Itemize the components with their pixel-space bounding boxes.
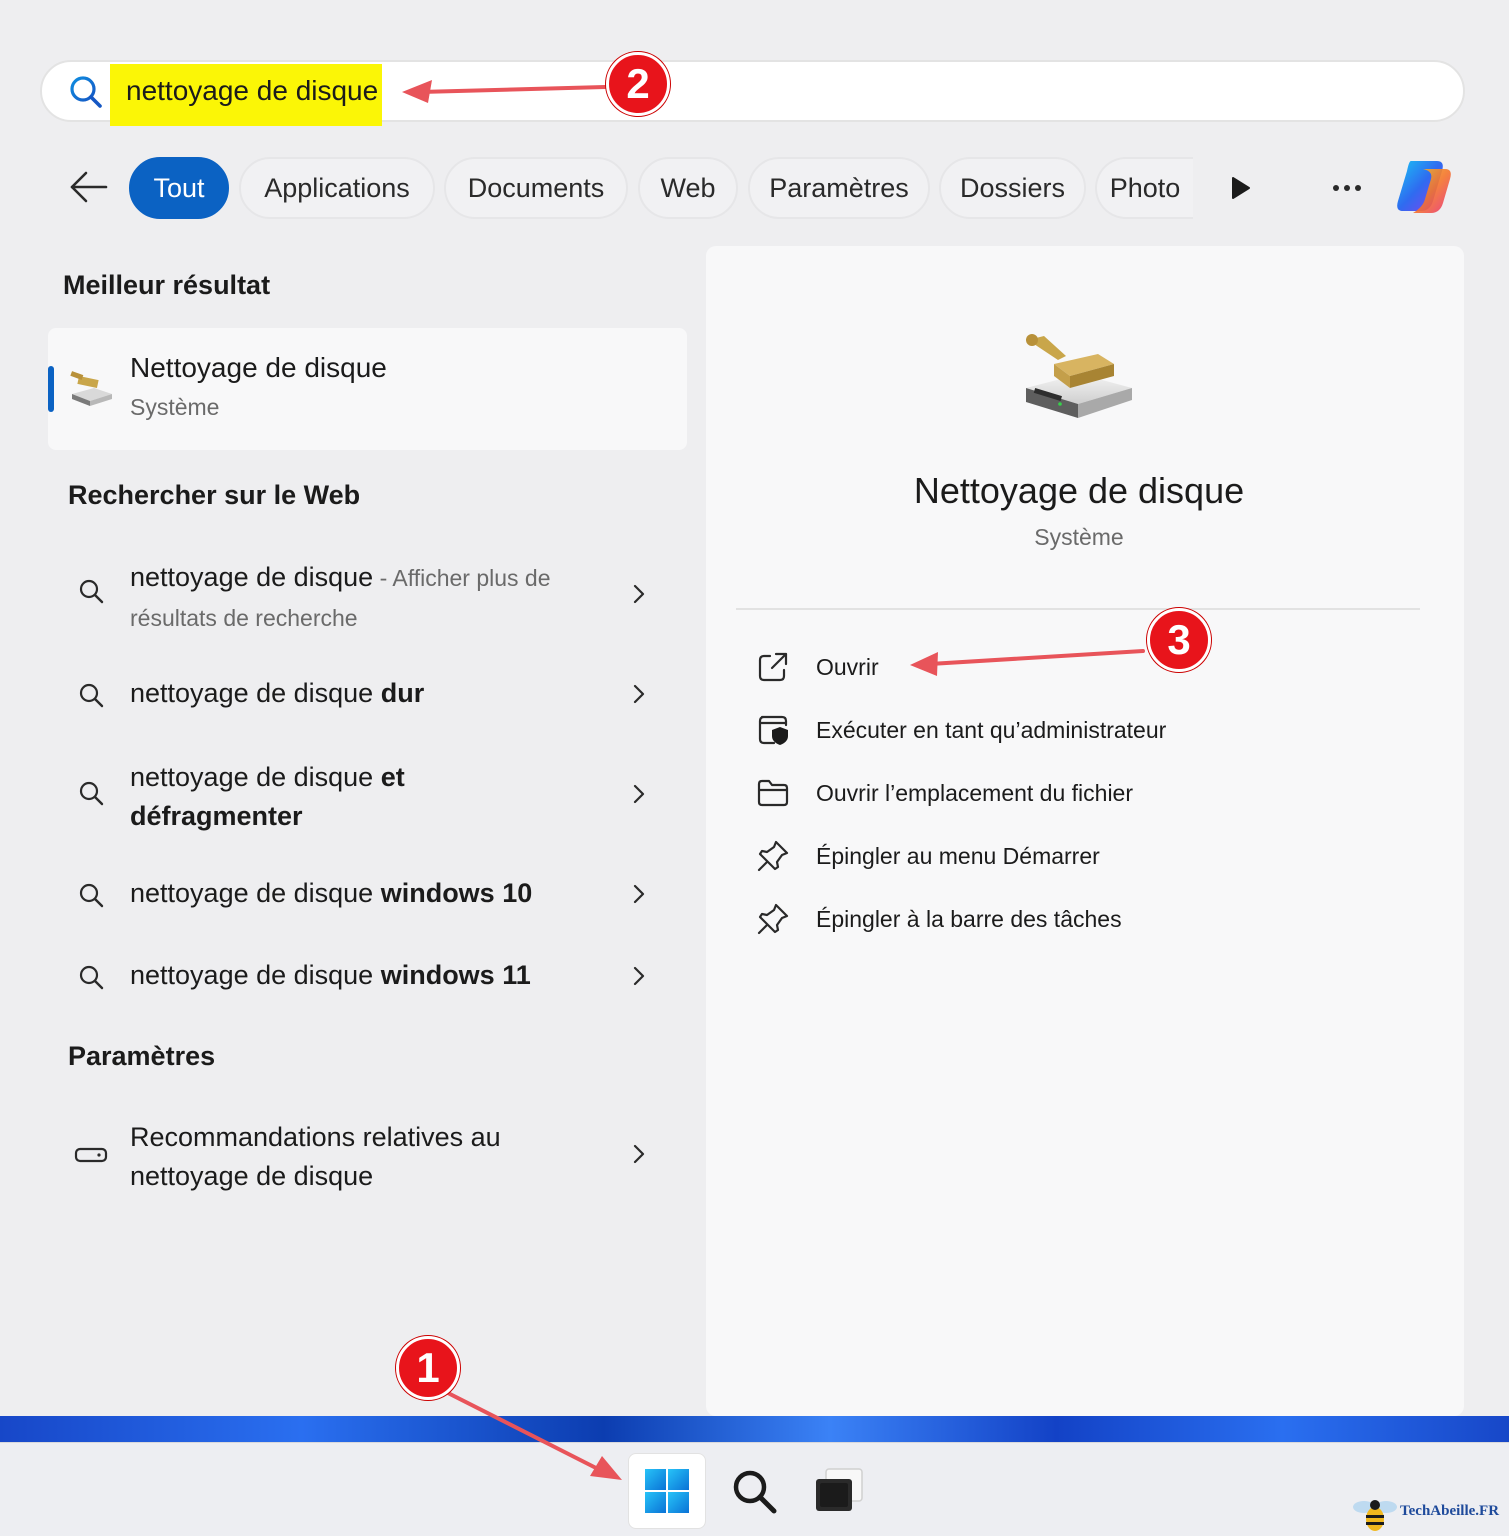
- detail-title: Nettoyage de disque: [913, 470, 1245, 511]
- search-box[interactable]: nettoyage de disque: [40, 60, 1465, 126]
- chevron-right-icon: [633, 884, 645, 904]
- open-external-icon: [758, 652, 788, 682]
- action-run-as-admin[interactable]: Exécuter en tant qu’administrateur: [756, 711, 1236, 751]
- more-options-icon[interactable]: [1332, 184, 1362, 192]
- chevron-right-icon: [633, 1144, 645, 1164]
- action-label: Exécuter en tant qu’administrateur: [816, 717, 1167, 743]
- copilot-icon[interactable]: [1393, 157, 1455, 217]
- action-pin-taskbar[interactable]: Épingler à la barre des tâches: [756, 900, 1196, 940]
- web-suggestion[interactable]: nettoyage de disque dur: [60, 672, 670, 716]
- search-icon: [79, 683, 104, 708]
- search-panel: nettoyage de disque Tout Applications Do…: [0, 0, 1509, 1416]
- tab-documents[interactable]: Documents: [444, 157, 628, 219]
- detail-pane: Nettoyage de disque Système Ouvrir Exécu…: [706, 246, 1464, 1416]
- tab-applications[interactable]: Applications: [239, 157, 435, 219]
- chevron-right-icon: [633, 784, 645, 804]
- detail-subtitle: Système: [1034, 524, 1124, 550]
- pin-icon: [757, 840, 789, 872]
- action-label: Épingler à la barre des tâches: [816, 906, 1122, 932]
- web-suggestion[interactable]: nettoyage de disque et défragmenter: [60, 756, 670, 836]
- divider: [736, 608, 1420, 610]
- disk-cleanup-icon: [70, 371, 112, 406]
- tab-settings[interactable]: Paramètres: [748, 157, 930, 219]
- web-search-heading: Rechercher sur le Web: [68, 480, 361, 510]
- disk-cleanup-icon: [1026, 334, 1132, 418]
- tab-folders[interactable]: Dossiers: [939, 157, 1086, 219]
- back-arrow-icon[interactable]: [68, 168, 110, 206]
- task-view-icon[interactable]: [812, 1467, 864, 1515]
- tab-all[interactable]: Tout: [129, 157, 229, 219]
- annotation-badge-1: 1: [396, 1336, 460, 1400]
- taskbar: TechAbeille.FR: [0, 1442, 1509, 1536]
- annotation-badge-2: 2: [606, 52, 670, 116]
- search-icon: [70, 76, 102, 108]
- folder-icon: [757, 779, 789, 807]
- chevron-right-icon: [633, 684, 645, 704]
- play-more-icon[interactable]: [1230, 176, 1252, 200]
- windows-logo-icon: [645, 1469, 689, 1513]
- action-open-file-location[interactable]: Ouvrir l’emplacement du fichier: [756, 774, 1196, 814]
- chevron-right-icon: [633, 966, 645, 986]
- best-match-subtitle: Système: [130, 394, 220, 420]
- search-icon: [79, 781, 104, 806]
- search-icon: [79, 579, 104, 604]
- web-suggestion-text: nettoyage de disque dur: [130, 678, 425, 708]
- web-suggestion-text: nettoyage de disque windows 11: [130, 960, 531, 990]
- settings-item[interactable]: Recommandations relatives au nettoyage d…: [60, 1116, 670, 1196]
- selection-indicator: [48, 366, 54, 412]
- search-icon: [79, 883, 104, 908]
- web-suggestion[interactable]: nettoyage de disque windows 11: [60, 954, 670, 998]
- web-suggestion-text: nettoyage de disque - Afficher plus de r…: [130, 562, 551, 631]
- best-match-card[interactable]: Nettoyage de disque Système: [48, 328, 687, 450]
- drive-icon: [74, 1147, 108, 1163]
- chevron-right-icon: [633, 584, 645, 604]
- watermark-text: TechAbeille.FR: [1400, 1503, 1500, 1519]
- settings-item-label: Recommandations relatives au nettoyage d…: [130, 1122, 501, 1191]
- annotation-badge-3: 3: [1147, 608, 1211, 672]
- action-open[interactable]: Ouvrir: [756, 648, 1016, 688]
- action-pin-start[interactable]: Épingler au menu Démarrer: [756, 837, 1176, 877]
- tab-photos[interactable]: Photo: [1095, 157, 1193, 219]
- start-button[interactable]: [628, 1453, 706, 1529]
- action-label: Épingler au menu Démarrer: [816, 843, 1100, 869]
- tab-web[interactable]: Web: [638, 157, 738, 219]
- best-match-heading: Meilleur résultat: [63, 270, 271, 300]
- bee-logo-icon: [1353, 1500, 1397, 1531]
- search-input-value[interactable]: nettoyage de disque: [126, 75, 378, 107]
- desktop-wallpaper-strip: [0, 1416, 1509, 1442]
- web-suggestion-text: nettoyage de disque windows 10: [130, 878, 533, 908]
- web-suggestion-text: nettoyage de disque et défragmenter: [130, 762, 405, 831]
- best-match-title: Nettoyage de disque: [130, 352, 387, 383]
- pin-icon: [757, 903, 789, 935]
- action-label: Ouvrir: [816, 654, 879, 680]
- web-suggestion[interactable]: nettoyage de disque - Afficher plus de r…: [60, 556, 670, 636]
- settings-heading: Paramètres: [68, 1041, 216, 1071]
- taskbar-search-icon[interactable]: [730, 1467, 778, 1515]
- run-as-admin-icon: [758, 715, 788, 745]
- search-icon: [79, 965, 104, 990]
- action-label: Ouvrir l’emplacement du fichier: [816, 780, 1134, 806]
- web-suggestion[interactable]: nettoyage de disque windows 10: [60, 872, 670, 916]
